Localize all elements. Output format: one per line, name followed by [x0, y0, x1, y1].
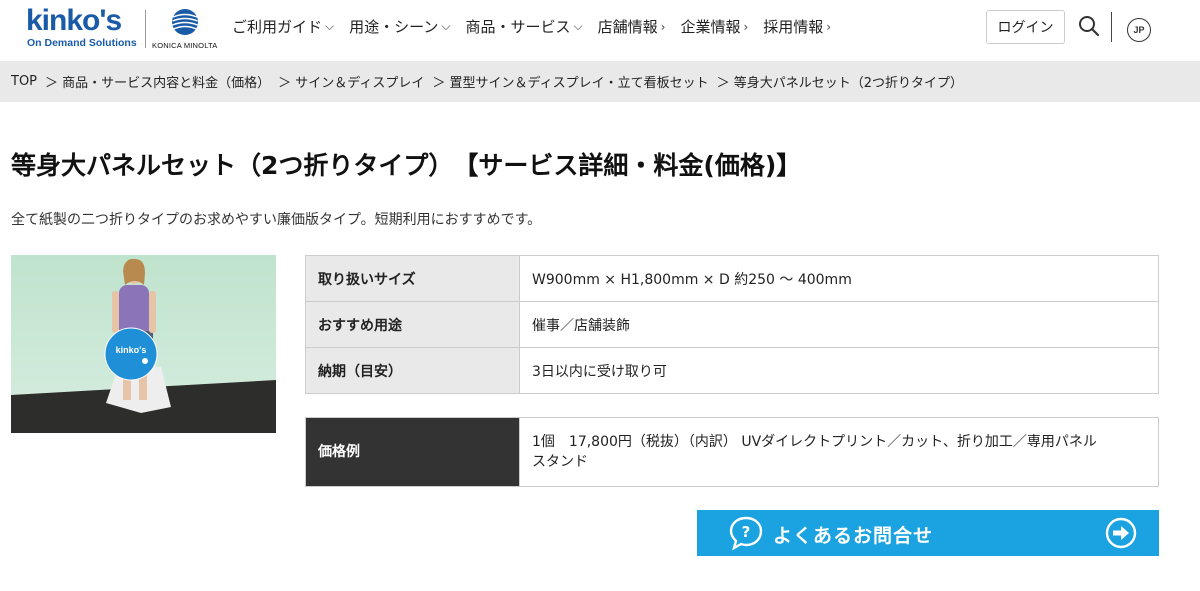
globe-icon: [172, 9, 198, 35]
nav-item-label: 店舗情報: [597, 18, 658, 36]
arrow-right-icon: [1105, 517, 1137, 549]
nav-item-label: 用途・シーン: [349, 18, 439, 36]
table-row: 納期（目安） 3日以内に受け取り可: [305, 347, 1159, 394]
product-image: kinko's: [11, 255, 276, 433]
nav-item-label: ご利用ガイド: [232, 18, 323, 36]
login-button[interactable]: ログイン: [986, 10, 1065, 44]
spec-label: 取り扱いサイズ: [305, 255, 520, 302]
language-label: JP: [1133, 25, 1145, 35]
konica-minolta-logo[interactable]: KONICA MINOLTA: [152, 8, 218, 50]
nav-item-label: 企業情報: [680, 18, 741, 36]
table-row: 取り扱いサイズ W900mm × H1,800mm × D 約250 〜 400…: [305, 255, 1159, 302]
logo-tagline: On Demand Solutions: [27, 37, 137, 49]
spec-value: W900mm × H1,800mm × D 約250 〜 400mm: [519, 255, 1159, 302]
chevron-down-icon: ⌵: [325, 19, 335, 33]
breadcrumb-item-sign-display[interactable]: ＞ サイン＆ディスプレイ: [278, 72, 424, 91]
logo-wordmark: kinko's: [26, 4, 122, 37]
site-header: kinko's On Demand Solutions KONICA MINOL…: [0, 0, 1200, 60]
price-value: 1個 17,800円（税抜）（内訳） UVダイレクトプリント／カット、折り加工／…: [519, 417, 1159, 487]
nav-item-guide[interactable]: ご利用ガイド ⌵: [232, 16, 334, 37]
nav-item-stores[interactable]: 店舗情報 ›: [598, 16, 666, 37]
search-icon[interactable]: [1078, 15, 1100, 37]
price-value-line: スタンド: [532, 454, 588, 470]
nav-item-company[interactable]: 企業情報 ›: [680, 16, 748, 37]
breadcrumb: TOP ＞ 商品・サービス内容と料金（価格） ＞ サイン＆ディスプレイ ＞ 置型…: [0, 61, 1200, 102]
breadcrumb-item-standing-sign[interactable]: ＞ 置型サイン＆ディスプレイ・立て看板セット: [432, 72, 708, 91]
faq-button-label: よくあるお問合せ: [773, 525, 934, 547]
question-bubble-icon: ?: [729, 516, 763, 551]
price-value-line: 1個 17,800円（税抜）（内訳） UVダイレクトプリント／カット、折り加工／…: [532, 434, 1097, 450]
partner-wordmark: KONICA MINOLTA: [152, 41, 218, 50]
page-title: 等身大パネルセット（2つ折りタイプ） 【サービス詳細・料金(価格)】: [11, 151, 802, 180]
lead-text: 全て紙製の二つ折りタイプのお求めやすい廉価版タイプ。短期利用におすすめです。: [11, 212, 542, 228]
price-table: 価格例 1個 17,800円（税抜）（内訳） UVダイレクトプリント／カット、折…: [305, 417, 1159, 487]
language-icon[interactable]: JP: [1127, 18, 1151, 42]
chevron-right-icon: ›: [743, 19, 749, 34]
nav-item-products[interactable]: 商品・サービス ⌵: [466, 16, 583, 37]
spec-value: 3日以内に受け取り可: [519, 347, 1159, 394]
svg-text:?: ?: [742, 523, 751, 541]
table-row: 価格例 1個 17,800円（税抜）（内訳） UVダイレクトプリント／カット、折…: [305, 417, 1159, 487]
spec-label: おすすめ用途: [305, 301, 520, 348]
chevron-down-icon: ⌵: [441, 19, 451, 33]
chevron-right-icon: ›: [826, 19, 832, 34]
breadcrumb-item-products[interactable]: ＞ 商品・サービス内容と料金（価格）: [45, 72, 270, 91]
chevron-right-icon: ›: [660, 19, 666, 34]
breadcrumb-item-current: ＞ 等身大パネルセット（2つ折りタイプ）: [716, 76, 964, 91]
spec-table: 取り扱いサイズ W900mm × H1,800mm × D 約250 〜 400…: [305, 255, 1159, 394]
breadcrumb-item-top[interactable]: TOP: [11, 74, 37, 89]
logo-divider: [145, 10, 146, 48]
spec-value: 催事／店舗装飾: [519, 301, 1159, 348]
chevron-down-icon: ⌵: [573, 19, 583, 33]
global-nav: ご利用ガイド ⌵ 用途・シーン ⌵ 商品・サービス ⌵ 店舗情報 › 企業情報 …: [232, 16, 846, 37]
nav-item-recruit[interactable]: 採用情報 ›: [763, 16, 831, 37]
nav-item-scene[interactable]: 用途・シーン ⌵: [349, 16, 450, 37]
price-label: 価格例: [305, 417, 520, 487]
sign-logo-text: kinko's: [116, 345, 147, 355]
table-row: おすすめ用途 催事／店舗装飾: [305, 301, 1159, 348]
nav-item-label: 採用情報: [763, 18, 824, 36]
kinkos-logo[interactable]: kinko's On Demand Solutions: [26, 4, 137, 50]
header-divider: [1111, 12, 1112, 42]
spec-label: 納期（目安）: [305, 347, 520, 394]
life-size-panel-illustration: kinko's: [11, 255, 276, 433]
nav-item-label: 商品・サービス: [465, 18, 571, 36]
faq-button[interactable]: ? よくあるお問合せ: [697, 510, 1159, 556]
